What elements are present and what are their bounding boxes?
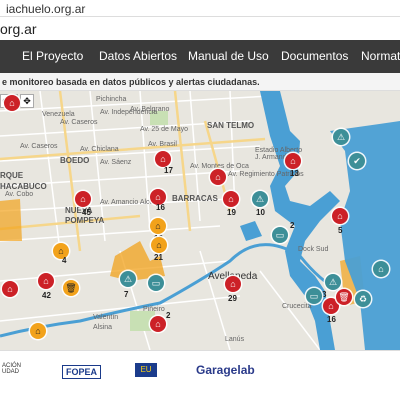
marker-count: 16: [327, 315, 336, 324]
factory-icon[interactable]: ⌂: [150, 218, 166, 234]
map-label: BOEDO: [60, 156, 90, 165]
recycle-icon[interactable]: ♻: [355, 291, 371, 307]
nav-el-proyecto[interactable]: El Proyecto: [22, 49, 83, 63]
factory-icon[interactable]: ⌂: [4, 95, 20, 111]
factory-icon[interactable]: ⌂: [75, 191, 91, 207]
contamination-zone: [0, 199, 22, 241]
garagelab-logo: Garagelab: [196, 363, 255, 377]
map-label: Alsina: [93, 324, 113, 331]
warning-icon[interactable]: ⚠: [252, 191, 268, 207]
map-label: Av. Cobo: [5, 191, 34, 198]
nav-documentos[interactable]: Documentos: [281, 49, 348, 63]
trash-icon[interactable]: 🗑: [336, 289, 352, 305]
main-navbar: El Proyecto Datos Abiertos Manual de Uso…: [0, 40, 400, 73]
alert-icon[interactable]: ⚠: [333, 129, 349, 145]
truck-icon[interactable]: ▭: [148, 275, 164, 291]
marker-count: 10: [256, 208, 265, 217]
map-label: Pichincha: [96, 96, 127, 103]
marker-count: 13: [290, 169, 299, 178]
factory-icon[interactable]: ⌂: [30, 323, 46, 339]
map-label: Av. Sáenz: [100, 159, 132, 166]
factory-icon[interactable]: ⌂: [38, 273, 54, 289]
marker-count: 45: [82, 208, 91, 217]
marker-count: 19: [227, 208, 236, 217]
marker-count: 17: [164, 166, 173, 175]
trash-icon[interactable]: 🗑: [63, 280, 79, 296]
map-label: Av. Caseros: [60, 119, 98, 126]
factory-icon[interactable]: ⌂: [2, 281, 18, 297]
factory-icon[interactable]: ⌂: [151, 237, 167, 253]
partner-logos: ACIÓN UDAD FOPEA EU Garagelab: [0, 350, 400, 401]
marker-count: 2: [166, 311, 171, 320]
factory-icon[interactable]: ⌂: [150, 316, 166, 332]
check-icon[interactable]: ✔: [349, 153, 365, 169]
browser-separator: [0, 16, 400, 17]
fopea-logo: FOPEA: [62, 365, 102, 379]
move-icon[interactable]: ✥: [20, 94, 34, 108]
browser-tab-url[interactable]: iachuelo.org.ar: [6, 2, 85, 16]
warning-icon[interactable]: ⚠: [325, 274, 341, 290]
factory-icon[interactable]: ⌂: [373, 261, 389, 277]
marker-count: 29: [228, 294, 237, 303]
factory-icon[interactable]: ⌂: [223, 191, 239, 207]
map-label: Av. Brasil: [148, 141, 177, 148]
map-label: Av. Independencia: [100, 109, 158, 116]
factory-icon[interactable]: ⌂: [210, 169, 226, 185]
map-label: BARRACAS: [172, 194, 218, 203]
factory-icon[interactable]: ⌂: [53, 243, 69, 259]
truck-icon[interactable]: ▭: [306, 288, 322, 304]
marker-count: 5: [338, 226, 343, 235]
marker-count: 3: [322, 290, 327, 299]
nav-normativa[interactable]: Normativ: [361, 49, 400, 63]
marker-count: 4: [62, 256, 67, 265]
marker-count: 7: [124, 290, 129, 299]
map-label: Crucecita: [282, 303, 312, 310]
dock-basin: [240, 221, 262, 241]
map-label: Av. 25 de Mayo: [140, 126, 188, 133]
eu-flag-logo: EU: [135, 363, 157, 377]
page-subtitle: e monitoreo basada en datos públicos y a…: [0, 73, 400, 91]
truck-icon[interactable]: ▭: [272, 227, 288, 243]
map-view[interactable]: dito ✥ Venezuela Av. Belgrano Av. Casero…: [0, 91, 400, 350]
factory-icon[interactable]: ⌂: [332, 208, 348, 224]
nav-manual-de-uso[interactable]: Manual de Uso: [188, 49, 269, 63]
warning-icon[interactable]: ⚠: [120, 271, 136, 287]
factory-icon[interactable]: ⌂: [225, 276, 241, 292]
address-url[interactable]: org.ar: [0, 21, 37, 37]
nav-datos-abiertos[interactable]: Datos Abiertos: [99, 49, 177, 63]
map-label: Lanús: [225, 336, 245, 343]
marker-count: 16: [156, 203, 165, 212]
marker-count: 2: [290, 221, 295, 230]
marker-count: 42: [42, 291, 51, 300]
map-label: Piñeiro: [143, 306, 165, 313]
map-label: Dock Sud: [298, 246, 329, 253]
map-label: Av. Chiclana: [80, 146, 119, 153]
map-label: RQUE: [0, 171, 24, 180]
factory-icon[interactable]: ⌂: [155, 151, 171, 167]
map-label: POMPEYA: [65, 216, 105, 225]
rio-de-la-plata: [330, 121, 400, 350]
map-label: SAN TELMO: [207, 121, 255, 130]
map-label: HACABUCO: [0, 182, 47, 191]
map-label: Venezuela: [42, 111, 75, 118]
fundacion-logo: ACIÓN UDAD: [2, 363, 22, 375]
map-label: Av. Caseros: [20, 143, 58, 150]
marker-count: 21: [154, 253, 163, 262]
factory-icon[interactable]: ⌂: [285, 153, 301, 169]
browser-address-bar: iachuelo.org.ar org.ar: [0, 0, 400, 41]
map-label: Valentín: [93, 314, 119, 321]
